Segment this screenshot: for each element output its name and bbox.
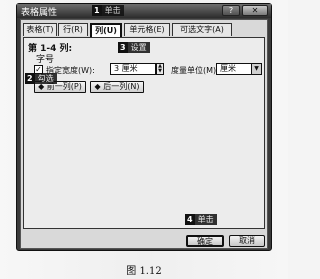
title-bar[interactable]: 表格属性 ? ✕	[17, 4, 271, 18]
column-panel: 第 1-4 列: 字号 ✓ 指定宽度(W): 3 厘米 ▲ ▼ 度量单位(M): …	[23, 37, 265, 229]
dialog-title: 表格属性	[21, 8, 58, 18]
chevron-down-icon[interactable]: ▼	[251, 64, 261, 74]
width-input[interactable]: 3 厘米	[110, 63, 156, 75]
unit-value: 厘米	[220, 64, 236, 73]
step-number: 2	[25, 73, 35, 84]
tab-table[interactable]: 表格(T)	[23, 23, 57, 36]
tab-alt-text[interactable]: 可选文字(A)	[172, 23, 232, 36]
unit-select[interactable]: 厘米 ▼	[216, 63, 262, 75]
step-number: 3	[118, 42, 128, 53]
step-text: 单击	[194, 214, 217, 225]
unit-label: 度量单位(M):	[171, 66, 219, 75]
figure-caption: 图 1.12	[126, 266, 162, 277]
table-properties-dialog: 表格属性 ? ✕ 表格(T) 行(R) 列(U) 单元格(E) 可选文字(A) …	[16, 3, 272, 251]
dialog-client: 表格(T) 行(R) 列(U) 单元格(E) 可选文字(A) 第 1-4 列: …	[20, 19, 268, 249]
next-column-button[interactable]: ◆ 后一列(N)	[90, 81, 144, 93]
step-marker-3: 3 设置	[118, 42, 150, 53]
step-marker-1: 1 单击	[92, 5, 124, 16]
step-text: 单击	[101, 5, 124, 16]
tab-row[interactable]: 行(R)	[58, 23, 88, 36]
tab-column[interactable]: 列(U)	[90, 23, 122, 37]
page: 表格属性 ? ✕ 表格(T) 行(R) 列(U) 单元格(E) 可选文字(A) …	[0, 0, 288, 279]
ok-button[interactable]: 确定	[186, 235, 224, 247]
tab-cell[interactable]: 单元格(E)	[124, 23, 170, 36]
close-button[interactable]: ✕	[242, 5, 268, 16]
help-button[interactable]: ?	[222, 5, 240, 16]
step-text: 勾选	[34, 73, 57, 84]
step-text: 设置	[127, 42, 150, 53]
cancel-button[interactable]: 取消	[229, 235, 265, 247]
size-subheading: 字号	[36, 55, 55, 65]
tab-strip: 表格(T) 行(R) 列(U) 单元格(E) 可选文字(A)	[23, 23, 267, 37]
step-marker-4: 4 单击	[185, 214, 217, 225]
step-number: 1	[92, 5, 102, 16]
step-marker-2: 2 勾选	[25, 73, 57, 84]
width-spinner[interactable]: ▲ ▼	[156, 63, 164, 75]
step-number: 4	[185, 214, 195, 225]
